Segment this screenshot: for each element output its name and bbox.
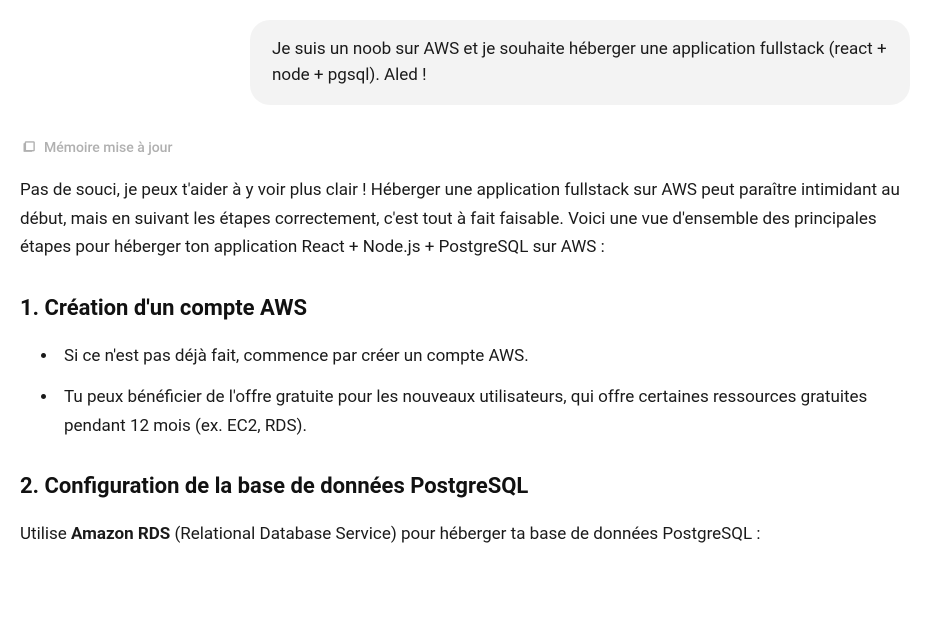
user-message-bubble[interactable]: Je suis un noob sur AWS et je souhaite h… (250, 20, 910, 105)
section-heading-2: 2. Configuration de la base de données P… (20, 468, 910, 505)
section-2-paragraph: Utilise Amazon RDS (Relational Database … (20, 520, 910, 549)
section-1-list: Si ce n'est pas déjà fait, commence par … (20, 342, 910, 441)
memory-icon (20, 140, 36, 156)
section-heading-1: 1. Création d'un compte AWS (20, 290, 910, 327)
memory-updated-label: Mémoire mise à jour (44, 140, 172, 156)
list-item: Si ce n'est pas déjà fait, commence par … (58, 342, 910, 371)
list-item: Tu peux bénéficier de l'offre gratuite p… (58, 383, 910, 441)
section2-suffix: (Relational Database Service) pour héber… (170, 524, 760, 544)
section2-bold: Amazon RDS (71, 524, 170, 544)
assistant-intro: Pas de souci, je peux t'aider à y voir p… (20, 176, 910, 263)
user-message-row: Je suis un noob sur AWS et je souhaite h… (20, 20, 910, 105)
section2-prefix: Utilise (20, 524, 71, 544)
user-message-text: Je suis un noob sur AWS et je souhaite h… (272, 39, 887, 85)
chat-container: Je suis un noob sur AWS et je souhaite h… (0, 0, 930, 549)
memory-updated-row[interactable]: Mémoire mise à jour (20, 140, 910, 156)
assistant-message: Pas de souci, je peux t'aider à y voir p… (20, 176, 910, 549)
